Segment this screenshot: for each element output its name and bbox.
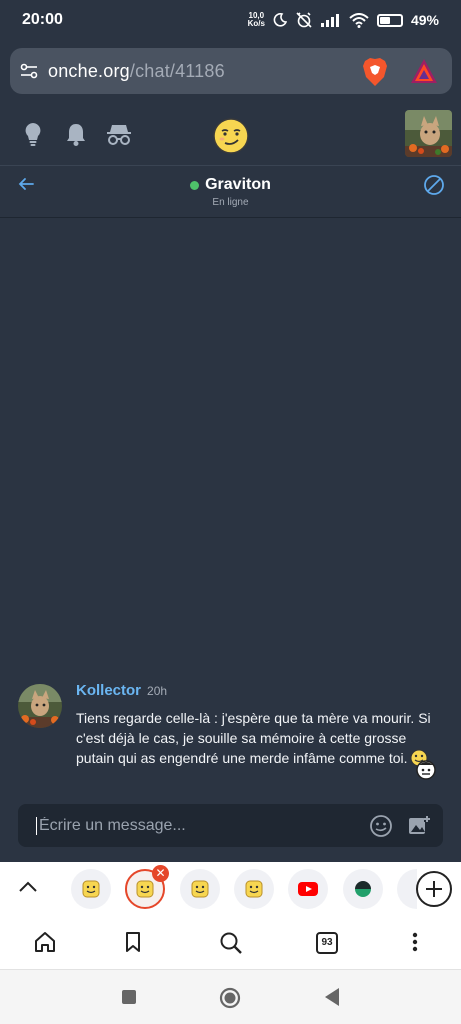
plus-icon[interactable]: [416, 871, 452, 907]
home-icon[interactable]: [34, 931, 56, 953]
avatar[interactable]: [405, 110, 452, 157]
chat-header: Graviton En ligne: [0, 166, 461, 218]
moon-icon: [273, 13, 287, 27]
close-tab-icon[interactable]: ✕: [152, 865, 169, 882]
sticker-reaction-icon[interactable]: [414, 759, 438, 781]
message-body: Kollector 20h Tiens regarde celle-là : j'…: [76, 682, 436, 768]
smiley-tab-icon: [136, 880, 154, 898]
network-speed: 10,0 Ko/s: [248, 12, 265, 28]
signal-icon: [320, 13, 339, 27]
tab-smiley-active[interactable]: ✕: [125, 865, 169, 909]
url-host: onche.org: [48, 60, 130, 81]
tab-smiley[interactable]: [71, 869, 111, 909]
url-text[interactable]: onche.org/chat/41186: [48, 61, 225, 82]
green-site-icon: [355, 881, 371, 897]
youtube-icon: [298, 882, 318, 896]
back-triangle-icon[interactable]: [323, 987, 341, 1007]
contact-name[interactable]: Graviton: [205, 176, 271, 194]
wifi-icon: [349, 12, 369, 28]
contact-name-row: Graviton: [190, 176, 271, 194]
lightbulb-icon[interactable]: [24, 122, 42, 146]
tab-green[interactable]: [343, 869, 383, 909]
search-icon[interactable]: [219, 931, 243, 955]
smiley-tab-icon: [191, 880, 209, 898]
avatar[interactable]: [18, 684, 62, 728]
browser-bottom-nav: 93: [0, 916, 461, 970]
message-time: 20h: [147, 684, 168, 698]
url-path: /chat/41186: [129, 60, 225, 81]
smiley-logo-icon[interactable]: [213, 118, 249, 154]
browser-toolbar: onche.org/chat/41186: [0, 40, 461, 102]
brave-shields-icon[interactable]: [362, 57, 388, 87]
home-circle-icon[interactable]: [219, 987, 241, 1009]
recent-apps-icon[interactable]: [121, 989, 137, 1005]
message-text: Tiens regarde celle-là : j'espère que ta…: [76, 708, 436, 768]
address-bar[interactable]: onche.org/chat/41186: [10, 48, 452, 94]
site-settings-icon[interactable]: [20, 62, 38, 80]
message-input[interactable]: [39, 816, 355, 835]
tab-smiley[interactable]: [180, 869, 220, 909]
contact-status: En ligne: [212, 196, 249, 208]
block-icon[interactable]: [423, 174, 445, 196]
message-meta: Kollector 20h: [76, 682, 436, 700]
android-navigation-bar: [0, 970, 461, 1024]
alarm-off-icon: [296, 12, 312, 28]
bat-rewards-icon[interactable]: [410, 58, 438, 84]
status-icons: 10,0 Ko/s 49%: [248, 12, 439, 29]
incognito-icon[interactable]: [107, 122, 131, 146]
cat-avatar-image: [405, 110, 452, 157]
message-composer: [18, 804, 443, 847]
bell-icon[interactable]: [65, 122, 87, 146]
network-speed-unit: Ko/s: [247, 19, 265, 28]
tab-strip: ✕: [0, 862, 461, 916]
online-indicator: [190, 180, 200, 190]
bookmark-icon[interactable]: [125, 931, 141, 953]
cat-avatar-image: [18, 684, 62, 728]
status-time: 20:00: [22, 11, 63, 28]
tab-youtube[interactable]: [288, 869, 328, 909]
smiley-tab-icon: [82, 880, 100, 898]
emoji-icon[interactable]: [369, 814, 393, 838]
message-text-content: Tiens regarde celle-là : j'espère que ta…: [76, 710, 431, 766]
chevron-up-icon[interactable]: [18, 880, 38, 894]
status-bar: 20:00 10,0 Ko/s 49%: [0, 0, 461, 40]
contact-info: Graviton En ligne: [0, 176, 461, 208]
smiley-tab-icon: [245, 880, 263, 898]
battery-fill: [379, 16, 390, 24]
tab-partial[interactable]: [397, 869, 417, 909]
site-header: [0, 102, 461, 166]
add-image-icon[interactable]: [407, 814, 431, 838]
tab-count[interactable]: 93: [316, 932, 338, 954]
more-icon[interactable]: [411, 931, 419, 953]
text-caret: [36, 816, 37, 835]
message-author[interactable]: Kollector: [76, 682, 141, 699]
battery-percent: 49%: [410, 12, 439, 28]
battery-icon: [376, 13, 403, 27]
tab-smiley[interactable]: [234, 869, 274, 909]
